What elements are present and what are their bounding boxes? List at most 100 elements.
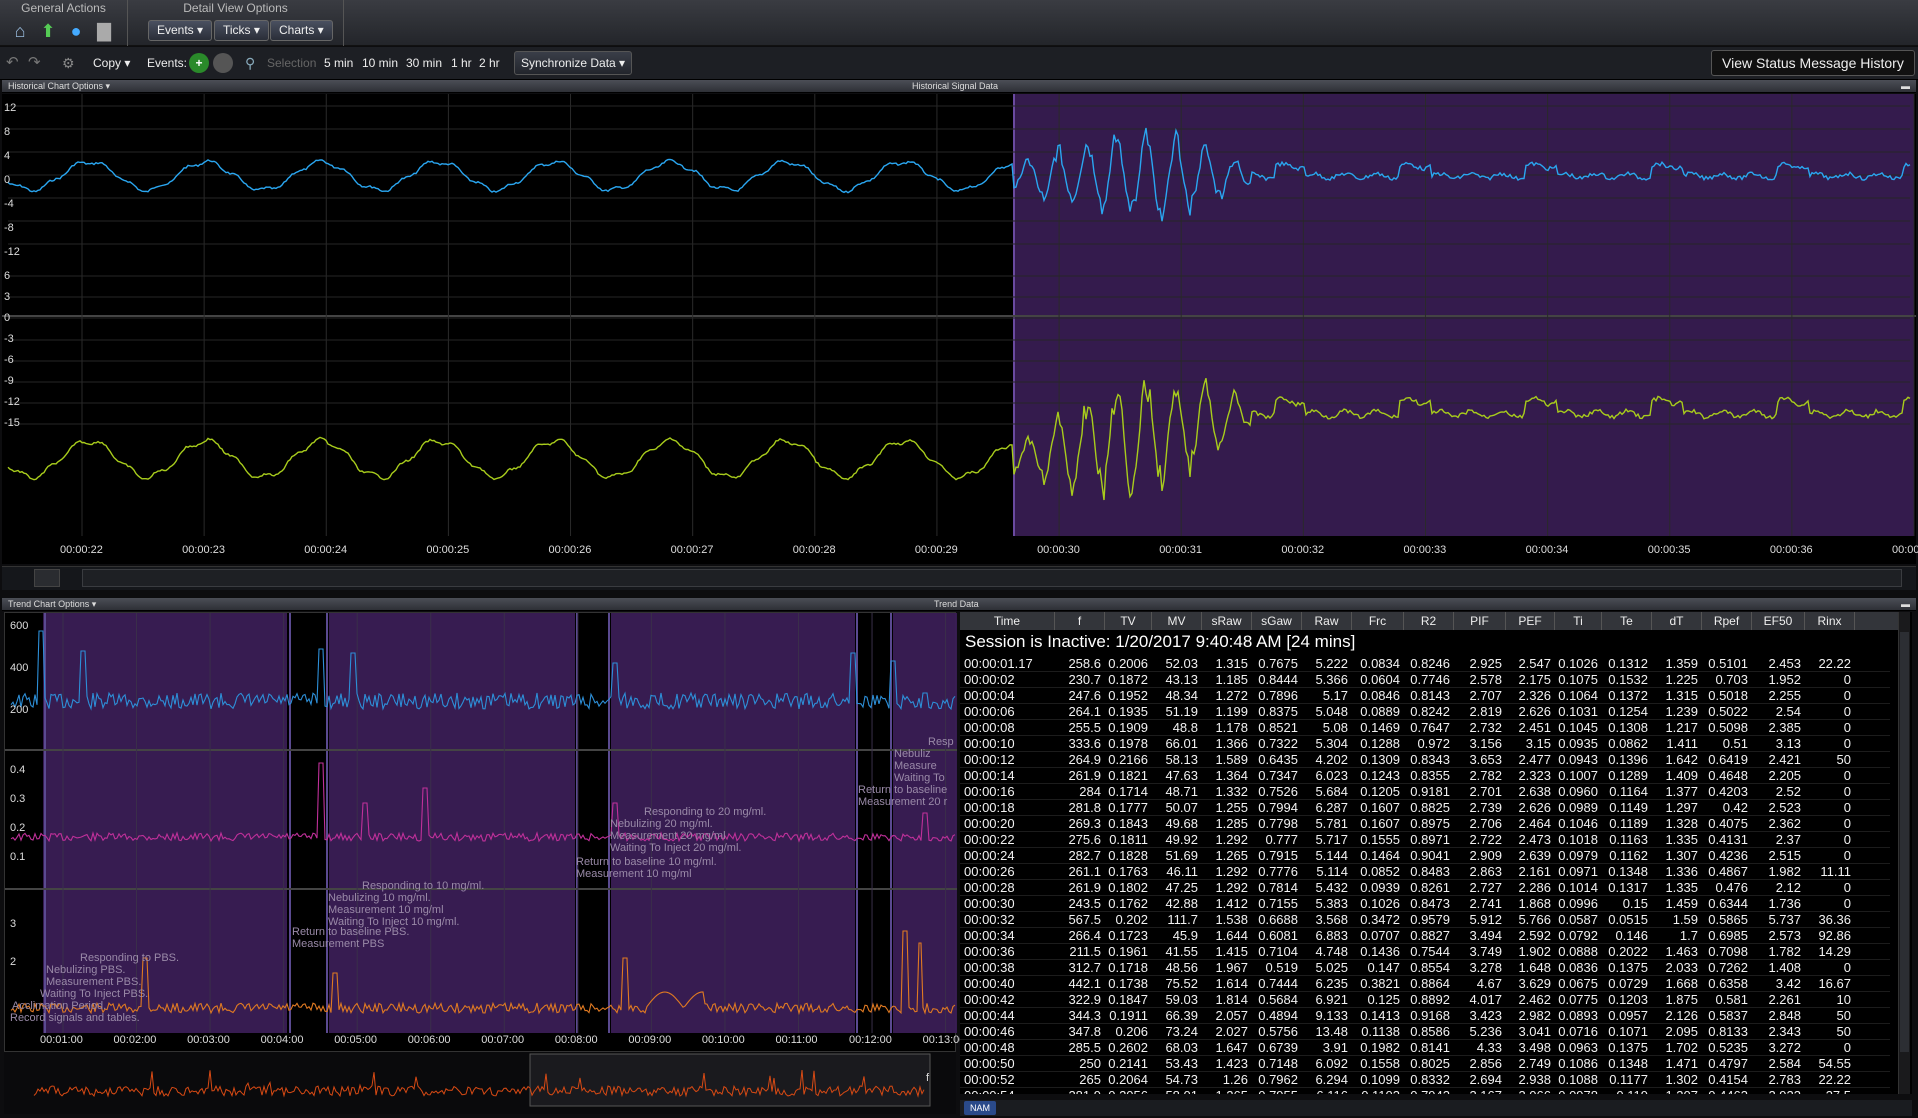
null: 11.11 xyxy=(1820,864,1851,879)
null: 0.1821 xyxy=(1108,768,1148,783)
trend-chart[interactable] xyxy=(4,612,957,1052)
table-row[interactable]: 00:00:04 247.6 0.1952 48.34 1.272 0.7896 5.17 0… xyxy=(960,688,1890,704)
events-dropdown[interactable]: Events ▾ xyxy=(148,20,213,41)
table-row[interactable]: 00:00:36 211.5 0.1961 41.55 1.415 0.7104 4.748… xyxy=(960,944,1890,960)
null[interactable]: f xyxy=(1055,612,1105,630)
table-row[interactable]: 00:00:01.17 258.6 0.2006 52.03 1.315 0.7675 5.… xyxy=(960,656,1890,672)
null: 269.3 xyxy=(1068,816,1101,831)
table-row[interactable]: 00:00:34 266.4 0.1723 45.9 1.644 0.6081 6.883 0… xyxy=(960,928,1890,944)
null[interactable]: Time xyxy=(960,612,1055,630)
null: 00:00:23 xyxy=(182,544,225,556)
nam-button[interactable]: NAM xyxy=(964,1101,996,1115)
redo-icon[interactable]: ↷ xyxy=(28,53,41,73)
view-status-history-button[interactable]: View Status Message History xyxy=(1711,50,1915,76)
minimize-icon[interactable]: ▬ xyxy=(1901,80,1910,93)
historical-chart[interactable] xyxy=(2,94,1916,564)
table-row[interactable]: 00:00:16 284 0.1714 48.71 1.332 0.7526 5.684 0.… xyxy=(960,784,1890,800)
null: 0.119 xyxy=(1602,1088,1648,1094)
table-scrollbar[interactable] xyxy=(1898,612,1910,1094)
charts-dropdown[interactable]: Charts ▾ xyxy=(270,20,333,41)
table-row[interactable]: 00:00:38 312.7 0.1718 48.56 1.967 0.519 5.025 0… xyxy=(960,960,1890,976)
null: 0.3 xyxy=(10,793,26,805)
null[interactable]: TV xyxy=(1105,612,1152,630)
table-row[interactable]: 00:00:52 265 0.2064 54.73 1.26 0.7962 6.294 0.1… xyxy=(960,1072,1890,1088)
copy-dropdown[interactable]: Copy ▾ xyxy=(93,53,130,73)
toolbar: ↶ ↷ ⚙ Copy ▾ Events: + ⚲ Selection 5 min… xyxy=(0,47,1918,80)
null[interactable]: sRaw xyxy=(1202,612,1252,630)
table-row[interactable]: 00:00:44 344.3 0.1911 66.39 2.057 0.4894 9.133… xyxy=(960,1008,1890,1024)
null: 1.589 xyxy=(1215,752,1248,767)
synchronize-data-dropdown[interactable]: Synchronize Data ▾ xyxy=(514,51,633,75)
trend-table[interactable]: Time f TV MV sRaw sGaw Raw Frc R2 PIF PEF Ti Te dT Rpe… xyxy=(960,612,1912,1094)
null: Nebulizing 20 mg/ml. xyxy=(610,818,713,830)
table-row[interactable]: 00:00:42 322.9 0.1847 59.03 1.814 0.5684 6.921… xyxy=(960,992,1890,1008)
table-row[interactable]: 00:00:30 243.5 0.1762 42.88 1.412 0.7155 5.383… xyxy=(960,896,1890,912)
print-icon[interactable]: ▇ xyxy=(92,20,116,42)
range-5min[interactable]: 5 min xyxy=(324,53,353,73)
table-row[interactable]: 00:00:24 282.7 0.1828 51.69 1.265 0.7915 5.144… xyxy=(960,848,1890,864)
message-icon[interactable]: ● xyxy=(64,20,88,42)
null: 8 xyxy=(4,126,11,138)
null[interactable]: PEF xyxy=(1506,612,1555,630)
range-2hr[interactable]: 2 hr xyxy=(479,53,500,73)
range-10min[interactable]: 10 min xyxy=(362,53,398,73)
table-row[interactable]: 00:00:10 333.6 0.1978 66.01 1.366 0.7322 5.304… xyxy=(960,736,1890,752)
table-row[interactable]: 00:00:18 281.8 0.1777 50.07 1.255 0.7994 6.287… xyxy=(960,800,1890,816)
null: 00:08:00 xyxy=(554,1034,598,1046)
table-row[interactable]: 00:00:22 275.6 0.1811 49.92 1.292 0.777 5.717 0… xyxy=(960,832,1890,848)
null: 0.1288 xyxy=(1360,736,1400,751)
null[interactable]: PIF xyxy=(1454,612,1506,630)
null[interactable]: MV xyxy=(1152,612,1202,630)
range-30min[interactable]: 30 min xyxy=(406,53,442,73)
table-scroll-thumb[interactable] xyxy=(1900,632,1909,1052)
null[interactable]: Rinx xyxy=(1805,612,1855,630)
table-row[interactable]: 00:00:46 347.8 0.206 73.24 2.027 0.5756 13.48 0… xyxy=(960,1024,1890,1040)
table-row[interactable]: 00:00:08 255.5 0.1909 48.8 1.178 0.8521 5.08 0.… xyxy=(960,720,1890,736)
table-row[interactable]: 00:00:14 261.9 0.1821 47.63 1.364 0.7347 6.023… xyxy=(960,768,1890,784)
null: 00:00:06 xyxy=(964,704,1015,719)
null[interactable]: sGaw xyxy=(1252,612,1302,630)
null: Nebulizing PBS. xyxy=(46,964,126,976)
upload-icon[interactable]: ⬆ xyxy=(36,20,60,42)
null[interactable]: Ti xyxy=(1555,612,1602,630)
trend-chart-options[interactable]: Trend Chart Options ▾ xyxy=(8,598,96,611)
null[interactable]: Te xyxy=(1602,612,1652,630)
null[interactable]: Rpef xyxy=(1702,612,1752,630)
settings-icon[interactable]: ⚙ xyxy=(62,53,75,73)
trend-minimize-icon[interactable]: ▬ xyxy=(1901,598,1910,611)
table-row[interactable]: 00:00:28 261.9 0.1802 47.25 1.292 0.7814 5.432… xyxy=(960,880,1890,896)
null: 0.1007 xyxy=(1558,768,1598,783)
null[interactable]: Raw xyxy=(1302,612,1352,630)
null[interactable]: Frc xyxy=(1352,612,1404,630)
scroll-track[interactable] xyxy=(82,569,1902,587)
table-row[interactable]: 00:00:40 442.1 0.1738 75.52 1.614 0.7444 6.235… xyxy=(960,976,1890,992)
table-row[interactable]: 00:00:12 264.9 0.2166 58.13 1.589 0.6435 4.202… xyxy=(960,752,1890,768)
null[interactable]: dT xyxy=(1652,612,1702,630)
null: 1.538 xyxy=(1215,912,1248,927)
historical-chart-options[interactable]: Historical Chart Options ▾ xyxy=(8,80,110,93)
table-row[interactable]: 00:00:54 281.9 0.2056 58.01 1.265 0.7955 6.116… xyxy=(960,1088,1890,1094)
remove-event-icon[interactable] xyxy=(213,53,233,73)
table-row[interactable]: 00:00:26 261.1 0.1763 46.11 1.292 0.7776 5.114… xyxy=(960,864,1890,880)
ticks-dropdown[interactable]: Ticks ▾ xyxy=(214,20,269,41)
null: 4.33 xyxy=(1476,1040,1502,1055)
table-row[interactable]: 00:00:32 567.5 0.202 111.7 1.538 0.6688 3.568 0… xyxy=(960,912,1890,928)
table-row[interactable]: 00:00:02 230.7 0.1872 43.13 1.185 0.8444 5.366… xyxy=(960,672,1890,688)
null[interactable]: R2 xyxy=(1404,612,1454,630)
null: 37.5 xyxy=(1805,1088,1851,1094)
table-row[interactable]: 00:00:20 269.3 0.1843 49.68 1.285 0.7798 5.781… xyxy=(960,816,1890,832)
zoom-icon[interactable]: ⚲ xyxy=(245,53,255,73)
selection-label[interactable]: Selection xyxy=(267,53,316,73)
null[interactable]: EF50 xyxy=(1752,612,1805,630)
home-icon[interactable]: ⌂ xyxy=(8,20,32,42)
scroll-thumb-handle[interactable] xyxy=(34,569,60,587)
add-event-icon[interactable]: + xyxy=(189,53,209,73)
historical-scrollbar[interactable] xyxy=(2,566,1916,590)
null: 0.1045 xyxy=(1558,720,1598,735)
table-row[interactable]: 00:00:50 250 0.2141 53.43 1.423 0.7148 6.092 0.… xyxy=(960,1056,1890,1072)
range-1hr[interactable]: 1 hr xyxy=(451,53,472,73)
trend-overview[interactable]: f xyxy=(4,1052,956,1114)
table-row[interactable]: 00:00:48 285.5 0.2602 68.03 1.647 0.6739 3.91 0… xyxy=(960,1040,1890,1056)
undo-icon[interactable]: ↶ xyxy=(6,53,19,73)
table-row[interactable]: 00:00:06 264.1 0.1935 51.19 1.199 0.8375 5.048… xyxy=(960,704,1890,720)
